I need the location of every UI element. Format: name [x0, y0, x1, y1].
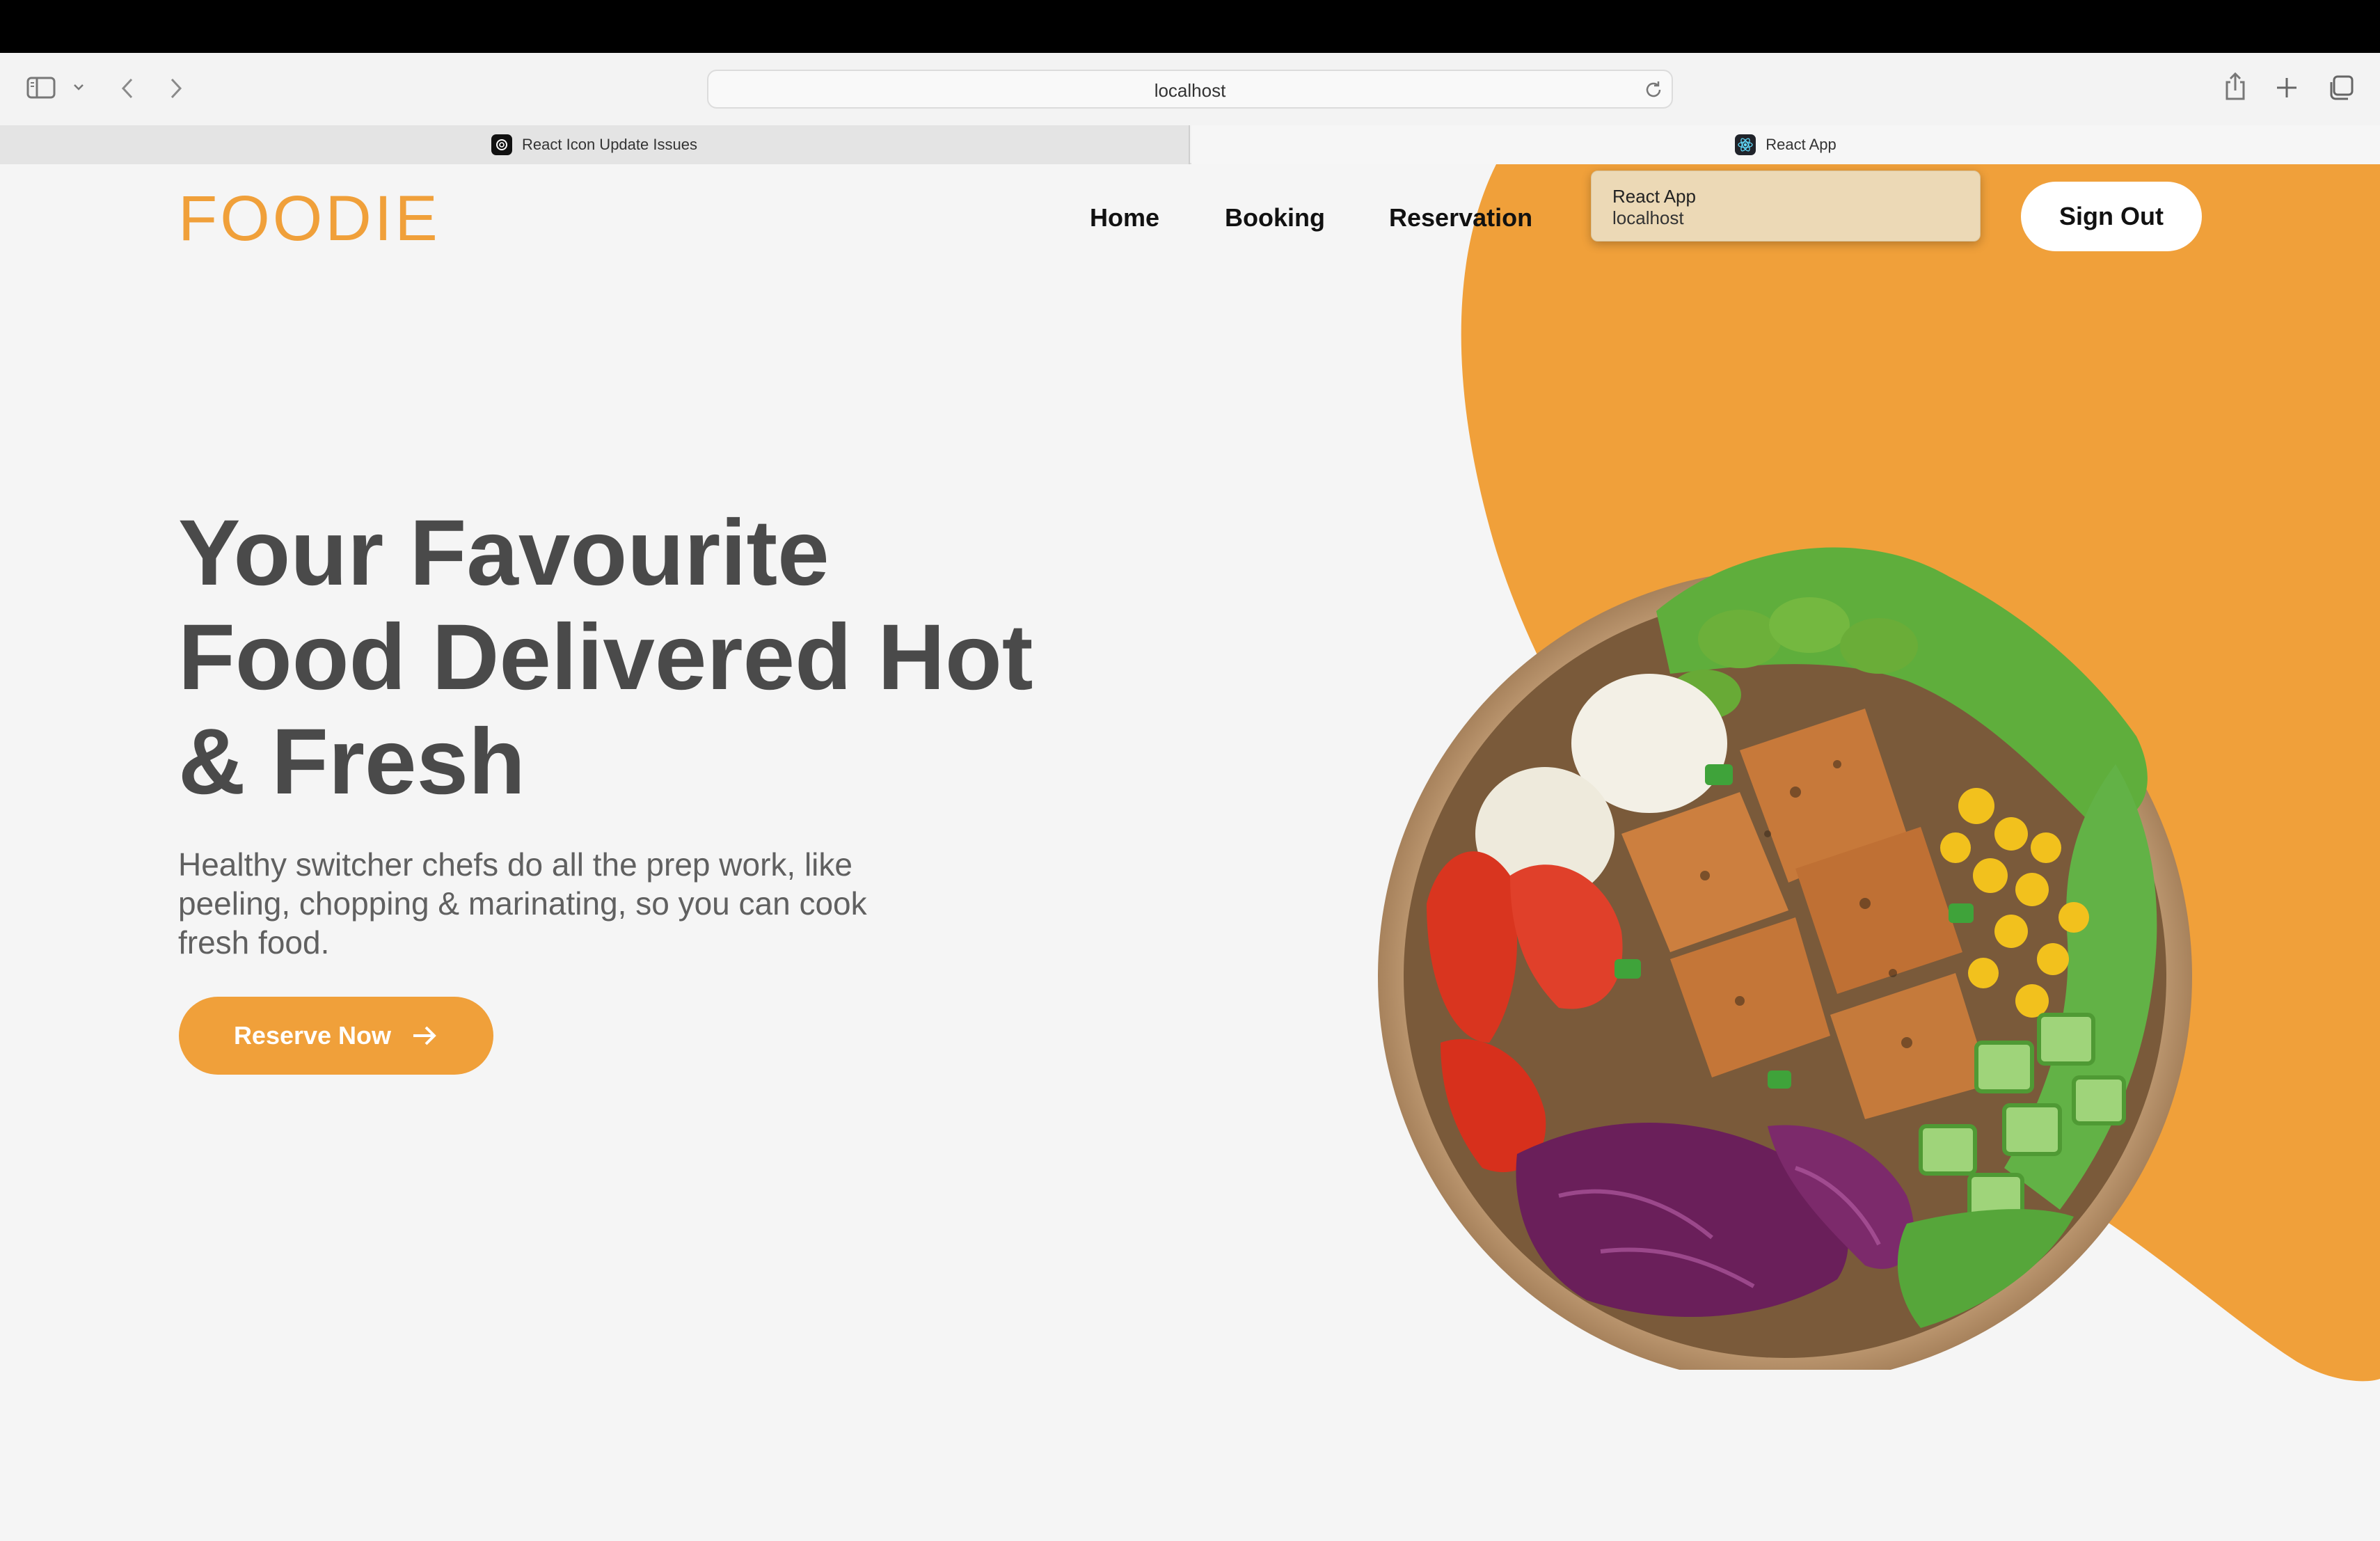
headline-line: Food Delivered Hot [178, 606, 1033, 709]
sign-out-button[interactable]: Sign Out [2021, 182, 2202, 251]
tooltip-subtitle: localhost [1612, 207, 1684, 228]
chevron-down-icon[interactable] [72, 82, 85, 92]
headline-line: & Fresh [178, 710, 525, 814]
tab-bar: React Icon Update Issues React App [0, 125, 2380, 164]
share-icon[interactable] [2223, 71, 2248, 102]
address-bar[interactable]: localhost [707, 70, 1673, 109]
sidebar-icon[interactable] [26, 77, 56, 99]
tooltip-title: React App [1612, 186, 1696, 207]
hero-subtext: Healthy switcher chefs do all the prep w… [178, 846, 867, 961]
tab-react-icon-update-issues[interactable]: React Icon Update Issues [0, 125, 1190, 164]
web-page: FOODIE Home Booking Reservation React Ap… [0, 164, 2380, 1541]
nav-booking[interactable]: Booking [1225, 203, 1325, 232]
reload-icon[interactable] [1642, 79, 1665, 104]
tab-overview-icon[interactable] [2327, 74, 2355, 102]
openai-icon [491, 134, 513, 155]
hero-headline: Your Favourite Food Delivered Hot & Fres… [178, 501, 1083, 814]
salad-bowl-image [1378, 547, 2192, 1370]
tab-title: React App [1766, 136, 1836, 153]
reserve-now-button[interactable]: Reserve Now [179, 997, 493, 1075]
site-logo[interactable]: FOODIE [178, 182, 441, 255]
nav-reservation[interactable]: Reservation [1389, 203, 1532, 232]
tab-title: React Icon Update Issues [522, 136, 697, 153]
tab-react-app[interactable]: React App [1191, 125, 2380, 164]
nav-home[interactable]: Home [1090, 203, 1159, 232]
headline-line: Your Favourite [178, 501, 830, 605]
menu-bar-strip [0, 0, 2380, 53]
reserve-now-label: Reserve Now [233, 1021, 392, 1050]
tab-hover-tooltip: React App localhost [1591, 171, 1981, 242]
browser-toolbar: localhost [0, 53, 2380, 125]
url-text: localhost [1154, 80, 1226, 101]
forward-icon[interactable] [167, 77, 185, 100]
react-icon [1735, 134, 1756, 155]
arrow-right-icon [413, 1026, 436, 1045]
back-icon[interactable] [118, 77, 136, 100]
new-tab-icon[interactable] [2274, 75, 2299, 100]
